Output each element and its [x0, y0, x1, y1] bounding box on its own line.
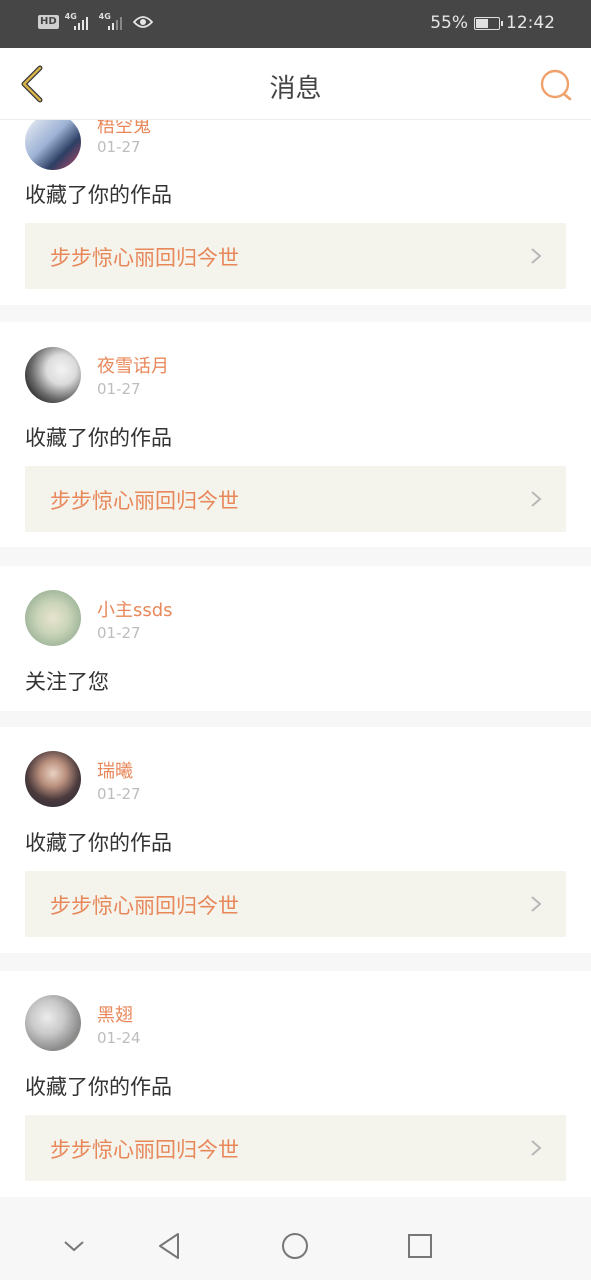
- message-action: 收藏了你的作品: [25, 831, 172, 855]
- chevron-right-icon: [531, 1140, 542, 1156]
- message-date: 01-24: [97, 1029, 141, 1047]
- work-link[interactable]: 步步惊心丽回归今世: [25, 466, 566, 532]
- username[interactable]: 瑞曦: [97, 757, 133, 783]
- page-title: 消息: [269, 74, 322, 104]
- username[interactable]: 小主ssds: [97, 596, 173, 622]
- message-action: 收藏了你的作品: [25, 183, 172, 207]
- message-action: 收藏了你的作品: [25, 426, 172, 450]
- work-title: 步步惊心丽回归今世: [50, 894, 239, 918]
- avatar[interactable]: [25, 347, 81, 403]
- system-nav-bar: [0, 1212, 591, 1280]
- eye-icon: [132, 16, 153, 28]
- message-card: 瑞曦 01-27 收藏了你的作品 步步惊心丽回归今世: [0, 727, 591, 953]
- signal-icon: 4G: [99, 12, 127, 32]
- message-card: 梧空鬼 01-27 收藏了你的作品 步步惊心丽回归今世: [0, 120, 591, 305]
- work-title: 步步惊心丽回归今世: [50, 1138, 239, 1162]
- avatar[interactable]: [25, 120, 81, 170]
- chevron-right-icon: [531, 248, 542, 264]
- username[interactable]: 黑翅: [97, 1001, 133, 1027]
- app-header: 消息: [0, 48, 591, 120]
- work-link[interactable]: 步步惊心丽回归今世: [25, 223, 566, 289]
- recent-apps-square-icon[interactable]: [404, 1230, 436, 1262]
- status-right: 55% 12:42: [430, 13, 555, 33]
- status-left: HD 4G 4G: [38, 12, 153, 32]
- message-action: 收藏了你的作品: [25, 1075, 172, 1099]
- avatar[interactable]: [25, 590, 81, 646]
- back-triangle-icon[interactable]: [154, 1230, 186, 1262]
- work-link[interactable]: 步步惊心丽回归今世: [25, 871, 566, 937]
- message-date: 01-27: [97, 380, 141, 398]
- hd-badge: HD: [38, 15, 59, 29]
- status-bar: HD 4G 4G 55% 12:42: [0, 0, 591, 48]
- avatar[interactable]: [25, 995, 81, 1051]
- message-date: 01-27: [97, 138, 141, 156]
- chevron-down-icon[interactable]: [58, 1230, 90, 1262]
- battery-level-fill: [476, 18, 488, 28]
- home-circle-icon[interactable]: [279, 1230, 311, 1262]
- message-card: 黑翅 01-24 收藏了你的作品 步步惊心丽回归今世: [0, 971, 591, 1197]
- signal-icon: 4G: [65, 12, 93, 32]
- chevron-right-icon: [531, 491, 542, 507]
- message-card: 夜雪话月 01-27 收藏了你的作品 步步惊心丽回归今世: [0, 322, 591, 547]
- message-card: 小主ssds 01-27 关注了您: [0, 566, 591, 711]
- message-date: 01-27: [97, 624, 141, 642]
- message-date: 01-27: [97, 785, 141, 803]
- chevron-right-icon: [531, 896, 542, 912]
- message-list[interactable]: 梧空鬼 01-27 收藏了你的作品 步步惊心丽回归今世 夜雪话月 01-27 收…: [0, 120, 591, 1212]
- search-icon[interactable]: [539, 68, 573, 102]
- work-link[interactable]: 步步惊心丽回归今世: [25, 1115, 566, 1181]
- battery-percent: 55%: [430, 13, 468, 33]
- battery-icon: [474, 16, 503, 30]
- username[interactable]: 夜雪话月: [97, 352, 169, 378]
- message-action: 关注了您: [25, 670, 109, 694]
- work-title: 步步惊心丽回归今世: [50, 489, 239, 513]
- username[interactable]: 梧空鬼: [97, 120, 151, 138]
- clock: 12:42: [506, 13, 555, 33]
- avatar[interactable]: [25, 751, 81, 807]
- work-title: 步步惊心丽回归今世: [50, 246, 239, 270]
